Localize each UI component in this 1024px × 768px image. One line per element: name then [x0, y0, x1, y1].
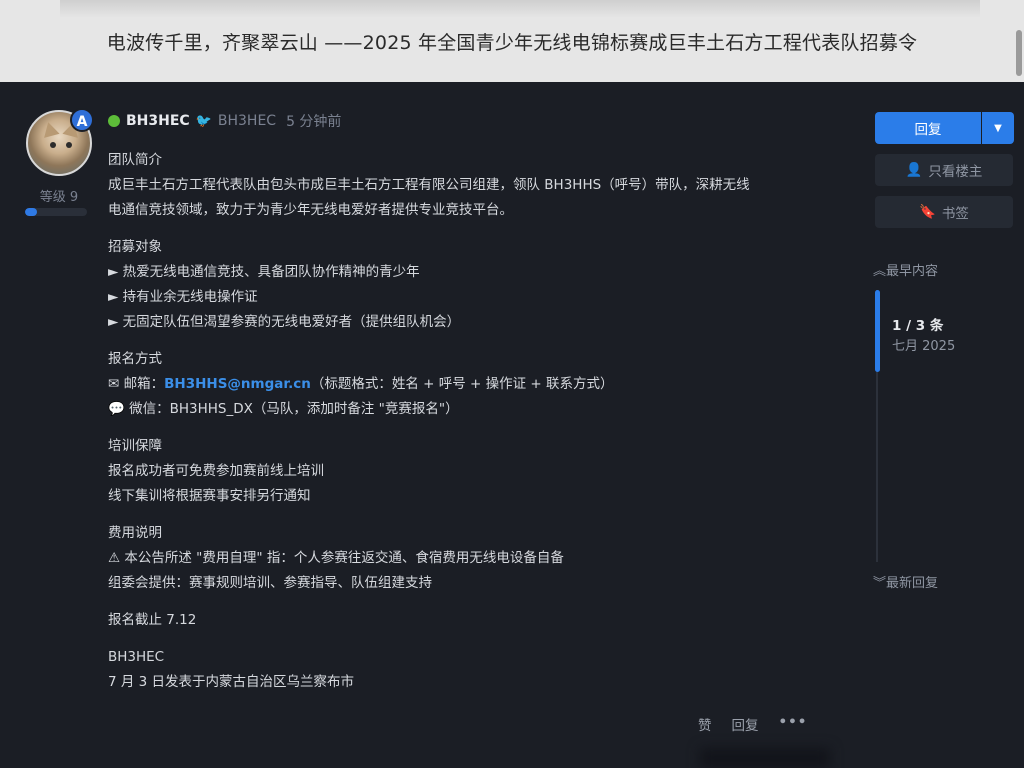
timeline-latest[interactable]: ︾最新回复 [873, 572, 938, 591]
deadline-text: 报名截止 7.12 [108, 612, 197, 628]
level-progress-bar [25, 208, 87, 216]
latest-label: 最新回复 [886, 576, 939, 591]
section-training: 培训保障 报名成功者可免费参加赛前线上培训 线下集训将根据赛事安排另行通知 [108, 434, 808, 509]
bird-icon: 🐦 [195, 113, 212, 129]
section-recruit-target: 招募对象 ► 热爱无线电通信竞技、具备团队协作精神的青少年 ► 持有业余无线电操… [108, 235, 808, 335]
timeline-date: 七月 2025 [892, 339, 956, 354]
post-actions: 赞 回复 ••• [698, 714, 807, 734]
level-progress-fill [25, 208, 38, 216]
body-line: 组委会提供：赛事规则培训、参赛指导、队伍组建支持 [108, 575, 432, 591]
section-heading: 培训保障 [108, 438, 162, 454]
email-suffix: （标题格式：姓名 + 呼号 + 操作证 + 联系方式） [310, 376, 614, 392]
page-scrollbar[interactable] [1016, 30, 1022, 76]
post-body: 团队简介 成巨丰土石方工程代表队由包头市成巨丰土石方工程有限公司组建，领队 BH… [108, 148, 808, 707]
banner-shade [60, 0, 980, 18]
avatar-ear-left [40, 120, 60, 138]
user-icon: 👤 [905, 162, 923, 178]
body-line: ⚠ 本公告所述 "费用自理" 指：个人参赛往返交通、食宿费用无线电设备自备 [108, 550, 564, 566]
section-fees: 费用说明 ⚠ 本公告所述 "费用自理" 指：个人参赛往返交通、食宿费用无线电设备… [108, 521, 808, 596]
section-signup: 报名方式 ✉ 邮箱：BH3HHS@nmgar.cn（标题格式：姓名 + 呼号 +… [108, 347, 808, 422]
body-line: 电通信竞技领域，致力于为青少年无线电爱好者提供专业竞技平台。 [108, 202, 513, 218]
body-line: ► 热爱无线电通信竞技、具备团队协作精神的青少年 [108, 264, 420, 280]
timeline-earliest[interactable]: ︽最早内容 [873, 260, 938, 279]
bookmark-button[interactable]: 🔖 书签 [875, 196, 1013, 228]
email-line: ✉ 邮箱：BH3HHS@nmgar.cn（标题格式：姓名 + 呼号 + 操作证 … [108, 372, 808, 397]
topic-title-banner: 电波传千里，齐聚翠云山 ——2025 年全国青少年无线电锦标赛成巨丰土石方工程代… [0, 0, 1024, 82]
chevrons-down-icon: ︾ [873, 576, 887, 591]
like-button[interactable]: 赞 [698, 714, 712, 734]
avatar-eye-right [66, 142, 72, 148]
section-team-intro: 团队简介 成巨丰土石方工程代表队由包头市成巨丰土石方工程有限公司组建，领队 BH… [108, 148, 808, 223]
op-only-button[interactable]: 👤 只看楼主 [875, 154, 1013, 186]
bookmark-label: 书签 [941, 206, 969, 222]
section-heading: 团队简介 [108, 152, 162, 168]
body-line: ► 无固定队伍但渴望参赛的无线电爱好者（提供组队机会） [108, 314, 461, 330]
username[interactable]: BH3HEC [126, 113, 190, 129]
posted-from-text: 7 月 3 日发表于内蒙古自治区乌兰察布市 [108, 674, 355, 690]
post-header: BH3HEC 🐦 BH3HEC 5 分钟前 [108, 112, 341, 130]
avatar-eye-left [50, 142, 56, 148]
topic-title: 电波传千里，齐聚翠云山 ——2025 年全国青少年无线电锦标赛成巨丰土石方工程代… [106, 32, 918, 54]
chevron-down-icon[interactable]: ▼ [982, 112, 1014, 144]
signature-text: BH3HEC [108, 649, 165, 665]
bookmark-icon: 🔖 [919, 204, 936, 220]
section-signature: BH3HEC 7 月 3 日发表于内蒙古自治区乌兰察布市 [108, 645, 808, 695]
wechat-line: 💬 微信：BH3HHS_DX（马队，添加时备注 "竞赛报名"） [108, 401, 459, 417]
online-status-icon [108, 115, 120, 127]
body-line: 成巨丰土石方工程代表队由包头市成巨丰土石方工程有限公司组建，领队 BH3HHS（… [108, 177, 750, 193]
chevrons-up-icon: ︽ [873, 264, 887, 279]
reply-button[interactable]: 回复 [875, 112, 981, 144]
user-handle[interactable]: BH3HEC [218, 113, 276, 129]
bottom-fade [700, 748, 830, 768]
email-link[interactable]: BH3HHS@nmgar.cn [164, 376, 311, 392]
reply-button-group: 回复 ▼ [875, 112, 1014, 144]
body-line: ► 持有业余无线电操作证 [108, 289, 258, 305]
more-icon[interactable]: ••• [779, 714, 808, 734]
op-only-label: 只看楼主 [928, 164, 983, 180]
reply-post-button[interactable]: 回复 [732, 714, 759, 734]
level-label: 等级 9 [39, 190, 79, 205]
section-heading: 报名方式 [108, 351, 162, 367]
body-line: 报名成功者可免费参加赛前线上培训 [108, 463, 324, 479]
body-line: 线下集训将根据赛事安排另行通知 [108, 488, 311, 504]
section-heading: 费用说明 [108, 525, 162, 541]
user-badge: A [70, 108, 94, 132]
timeline-position: 1 / 3 条 [892, 318, 944, 334]
timeline-handle[interactable] [875, 290, 880, 372]
post-time[interactable]: 5 分钟前 [286, 111, 341, 131]
author-avatar-wrap[interactable]: A [26, 108, 94, 176]
earliest-label: 最早内容 [886, 264, 939, 279]
section-deadline: 报名截止 7.12 [108, 608, 808, 633]
email-prefix: ✉ 邮箱： [108, 376, 165, 392]
section-heading: 招募对象 [108, 239, 162, 255]
